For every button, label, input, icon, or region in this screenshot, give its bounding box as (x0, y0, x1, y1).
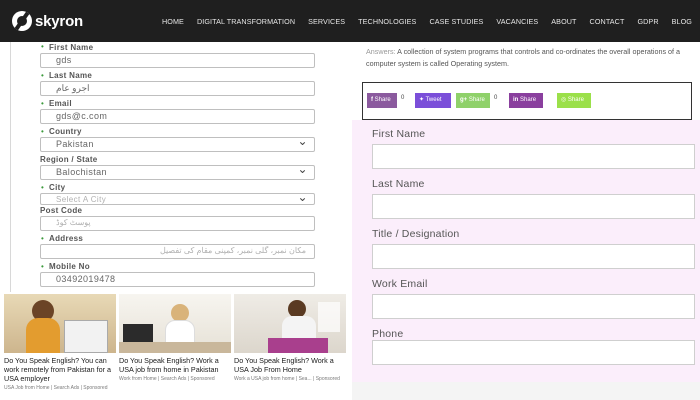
nav-item-case-studies[interactable]: CASE STUDIES (429, 17, 483, 26)
city-label: City (49, 183, 66, 192)
last-name-input[interactable]: اجرو عام (40, 81, 315, 96)
ad-card[interactable]: Do You Speak English? Work a USA job fro… (119, 294, 231, 382)
city-placeholder: Select A City (56, 195, 107, 204)
answer-text: Answers: A collection of system programs… (366, 46, 691, 70)
post-code-input[interactable]: پوسٹ کوڈ (40, 216, 315, 231)
last-name-input[interactable] (372, 194, 695, 219)
first-name-input[interactable]: gds (40, 53, 315, 68)
nav-item-technologies[interactable]: TECHNOLOGIES (358, 17, 416, 26)
phone-label: Phone (372, 328, 404, 340)
ad-image (234, 294, 346, 353)
region-select[interactable]: Balochistan (40, 165, 315, 180)
nav-item-services[interactable]: SERVICES (308, 17, 345, 26)
address-label: Address (49, 234, 84, 243)
contact-form: First Name Last Name Title / Designation… (352, 120, 700, 382)
linkedin-icon: in (513, 97, 519, 103)
twitter-icon: ✦ (419, 97, 425, 103)
facebook-icon: f (371, 97, 373, 103)
nav-item-about[interactable]: ABOUT (551, 17, 576, 26)
mobile-input[interactable]: 03492019478 (40, 272, 315, 287)
main-nav: HOME DIGITAL TRANSFORMATION SERVICES TEC… (149, 0, 692, 42)
ad-title[interactable]: Do You Speak English? You can work remot… (4, 356, 116, 383)
form-divider (10, 42, 11, 292)
country-label: Country (49, 127, 82, 136)
last-name-label: Last Name (372, 178, 425, 190)
ad-source: Work a USA job from home | Sea... | Spon… (234, 376, 340, 382)
linkedin-share-button[interactable]: in Share (509, 93, 543, 108)
first-name-label: First Name (372, 128, 426, 140)
required-marker-icon: • (41, 99, 44, 108)
ad-card[interactable]: Do You Speak English? Work a USA Job Fro… (234, 294, 346, 382)
nav-item-vacancies[interactable]: VACANCIES (496, 17, 538, 26)
registration-form: • First Name gds • Last Name اجرو عام • … (0, 42, 350, 292)
ad-source: Work from Home | Search Ads | Sponsored (119, 376, 215, 382)
required-marker-icon: • (41, 234, 44, 243)
work-email-field[interactable] (372, 294, 695, 319)
whatsapp-share-label: Share (567, 97, 584, 103)
post-code-label: Post Code (40, 206, 83, 215)
sponsored-ads: Do You Speak English? You can work remot… (0, 292, 350, 400)
nav-item-contact[interactable]: CONTACT (590, 17, 625, 26)
country-value: Pakistan (56, 139, 94, 149)
twitter-share-label: Tweet (425, 97, 442, 103)
work-email-label: Work Email (372, 278, 428, 290)
city-select[interactable]: Select A City (40, 193, 315, 205)
form-footer-strip (352, 382, 700, 400)
ad-title[interactable]: Do You Speak English? Work a USA job fro… (119, 356, 231, 374)
mobile-label: Mobile No (49, 262, 90, 271)
email-label: Email (49, 99, 72, 108)
whatsapp-icon: ◎ (561, 97, 567, 103)
required-marker-icon: • (41, 183, 44, 192)
top-navbar: skyron HOME DIGITAL TRANSFORMATION SERVI… (0, 0, 700, 42)
linkedin-share-label: Share (520, 97, 537, 103)
nav-item-blog[interactable]: BLOG (672, 17, 692, 26)
ad-title[interactable]: Do You Speak English? Work a USA Job Fro… (234, 356, 346, 374)
required-marker-icon: • (41, 71, 44, 80)
logo-mark-icon (12, 11, 32, 31)
google-plus-share-count: 0 (494, 95, 498, 101)
required-marker-icon: • (41, 262, 44, 271)
nav-item-gdpr[interactable]: GDPR (637, 17, 658, 26)
title-designation-label: Title / Designation (372, 228, 460, 240)
share-bar: f Share 0 ✦ Tweet g+ Share 0 in Share ◎ … (362, 82, 692, 120)
required-marker-icon: • (41, 42, 44, 51)
answer-label: Answers: (366, 47, 396, 56)
twitter-share-button[interactable]: ✦ Tweet (415, 93, 451, 108)
facebook-share-count: 0 (401, 95, 405, 101)
email-field[interactable]: gds@c.com (40, 109, 315, 124)
ad-card[interactable]: Do You Speak English? You can work remot… (4, 294, 116, 391)
google-plus-share-button[interactable]: g+ Share (456, 93, 490, 108)
first-name-input[interactable] (372, 144, 695, 169)
whatsapp-share-button[interactable]: ◎ Share (557, 93, 591, 108)
required-marker-icon: • (41, 127, 44, 136)
google-plus-icon: g+ (460, 97, 468, 103)
ad-image (119, 294, 231, 353)
title-designation-input[interactable] (372, 244, 695, 269)
region-value: Balochistan (56, 167, 107, 177)
last-name-label: Last Name (49, 71, 93, 80)
country-select[interactable]: Pakistan (40, 137, 315, 152)
phone-input[interactable] (372, 340, 695, 365)
ad-source: USA Job from Home | Search Ads | Sponsor… (4, 385, 108, 391)
answer-body: A collection of system programs that con… (366, 47, 681, 68)
brand-logo[interactable]: skyron (12, 9, 83, 33)
facebook-share-button[interactable]: f Share (367, 93, 397, 108)
ad-image (4, 294, 116, 353)
region-label: Region / State (40, 155, 98, 164)
answer-panel: Answers: A collection of system programs… (352, 42, 700, 77)
facebook-share-label: Share (374, 97, 391, 103)
first-name-label: First Name (49, 43, 94, 52)
nav-item-digital-transformation[interactable]: DIGITAL TRANSFORMATION (197, 17, 295, 26)
nav-item-home[interactable]: HOME (162, 17, 184, 26)
google-plus-share-label: Share (468, 97, 485, 103)
address-input[interactable]: مکان نمبر، گلی نمبر، کمپنی مقام کی تفصیل (40, 244, 315, 259)
brand-name: skyron (35, 12, 83, 30)
